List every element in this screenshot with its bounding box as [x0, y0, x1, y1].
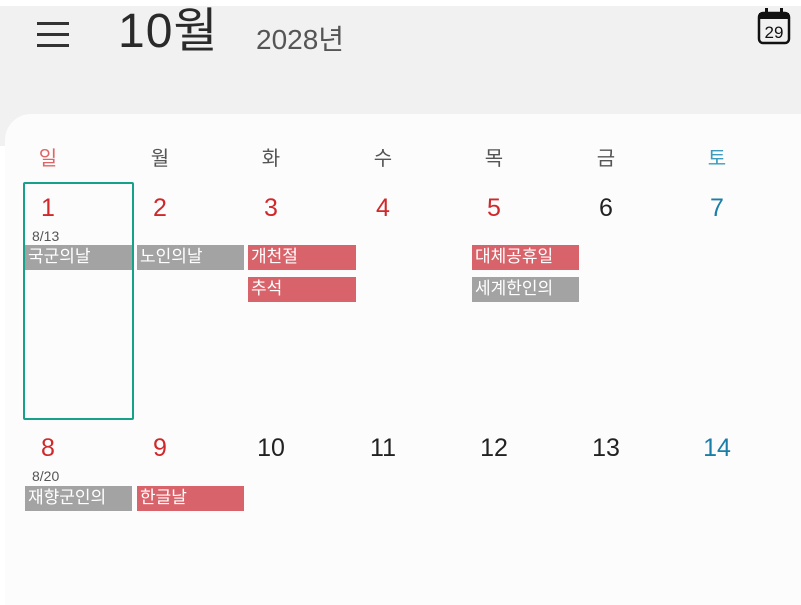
day-cell-10[interactable]: 10	[241, 433, 301, 463]
weekday-sat: 토	[707, 146, 727, 170]
weekday-fri: 금	[596, 146, 616, 170]
today-calendar-button[interactable]: 29	[756, 6, 792, 46]
day-cell-11[interactable]: 11	[353, 433, 413, 463]
event-chip[interactable]: 노인의날	[137, 245, 244, 270]
event-chip[interactable]: 대체공휴일	[472, 245, 579, 270]
day-cell-7[interactable]: 7	[687, 193, 747, 223]
day-cell-14[interactable]: 14	[687, 433, 747, 463]
day-cell-9[interactable]: 9	[130, 433, 190, 463]
day-cell-8[interactable]: 8	[18, 433, 78, 463]
month-title[interactable]: 10월	[118, 4, 219, 60]
lunar-date: 8/13	[32, 228, 60, 244]
event-chip[interactable]: 개천절	[248, 245, 356, 270]
weekday-thu: 목	[484, 146, 504, 170]
lunar-date: 8/20	[32, 468, 60, 484]
weekday-mon: 월	[150, 146, 170, 170]
event-chip[interactable]: 한글날	[137, 486, 244, 511]
event-chip[interactable]: 세계한인의	[472, 277, 579, 302]
calendar-today-icon: 29	[757, 8, 791, 45]
today-date-label: 29	[765, 23, 784, 42]
year-title[interactable]: 2028년	[256, 22, 344, 58]
day-cell-4[interactable]: 4	[353, 193, 413, 223]
event-chip[interactable]: 재향군인의	[25, 486, 132, 511]
menu-icon[interactable]	[37, 22, 71, 48]
day-cell-3[interactable]: 3	[241, 193, 301, 223]
weekday-sun: 일	[38, 146, 58, 170]
day-cell-5[interactable]: 5	[464, 193, 524, 223]
event-chip[interactable]: 국군의날	[25, 245, 132, 270]
day-cell-6[interactable]: 6	[576, 193, 636, 223]
event-chip[interactable]: 추석	[248, 277, 356, 302]
day-cell-1[interactable]: 1	[18, 193, 78, 223]
day-cell-12[interactable]: 12	[464, 433, 524, 463]
weekday-tue: 화	[261, 146, 281, 170]
weekday-wed: 수	[373, 146, 393, 170]
day-cell-2[interactable]: 2	[130, 193, 190, 223]
day-cell-13[interactable]: 13	[576, 433, 636, 463]
